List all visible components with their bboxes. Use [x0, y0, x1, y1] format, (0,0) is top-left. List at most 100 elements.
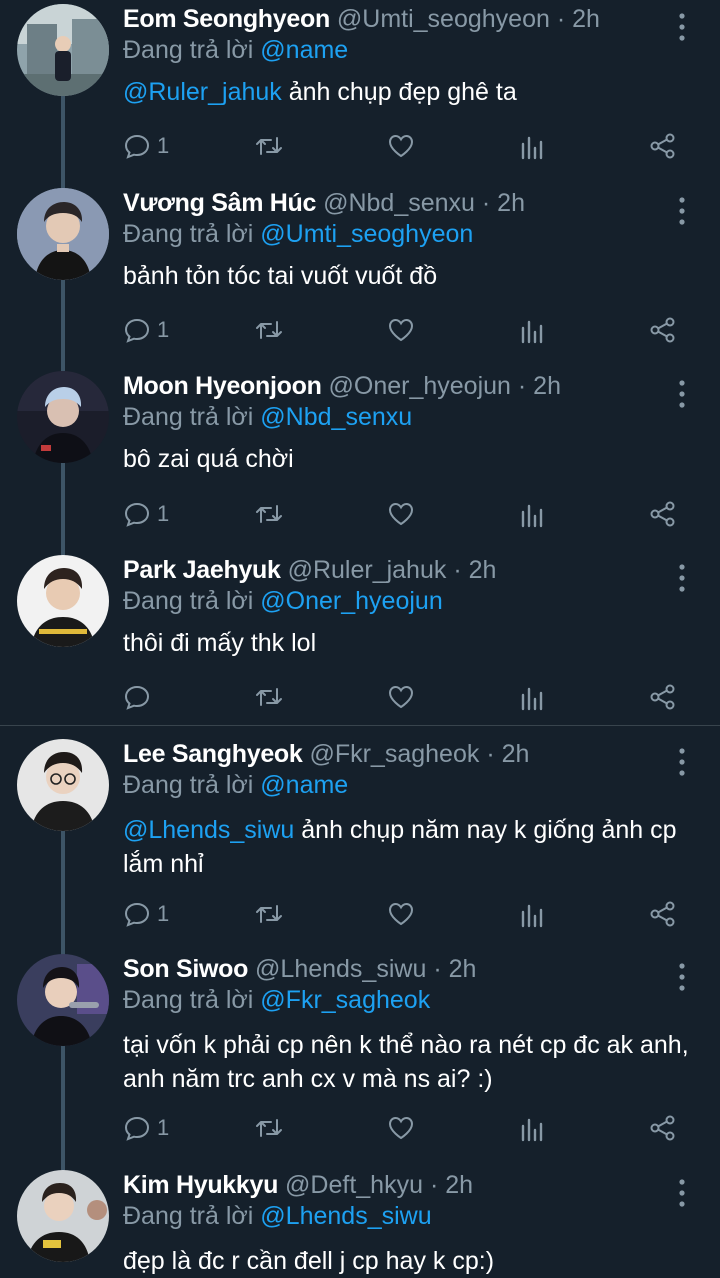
avatar[interactable]	[17, 555, 109, 647]
tweet-time: 2h	[448, 955, 477, 983]
share-button[interactable]	[649, 128, 677, 164]
replying-to-mention[interactable]: @name	[260, 36, 348, 64]
avatar[interactable]	[17, 371, 109, 463]
user-photo-mic-icon	[17, 954, 109, 1046]
analytics-button[interactable]	[519, 312, 545, 348]
more-options-icon[interactable]	[672, 196, 692, 226]
share-icon	[650, 317, 675, 343]
display-name[interactable]: Kim Hyukkyu	[123, 1171, 278, 1199]
analytics-button[interactable]	[519, 896, 545, 932]
tweet-header: Lee Sanghyeok @Fkr_sagheok · 2h	[123, 740, 530, 768]
display-name[interactable]: Son Siwoo	[123, 955, 248, 983]
heart-icon	[388, 685, 414, 709]
retweet-icon	[256, 1119, 282, 1137]
reply-button[interactable]: 1	[123, 128, 169, 164]
replying-to: Đang trả lời @Umti_seoghyeon	[123, 217, 473, 251]
display-name[interactable]: Eom Seonghyeon	[123, 5, 330, 33]
retweet-button[interactable]	[253, 896, 285, 932]
display-name[interactable]: Vương Sâm Húc	[123, 189, 316, 217]
reply-icon	[124, 1116, 150, 1141]
like-button[interactable]	[387, 312, 415, 348]
inline-mention[interactable]: @Lhends_siwu	[123, 816, 294, 844]
analytics-button[interactable]	[519, 496, 545, 532]
avatar[interactable]	[17, 4, 109, 96]
display-name[interactable]: Park Jaehyuk	[123, 556, 281, 584]
retweet-button[interactable]	[253, 496, 285, 532]
tweet-time: 2h	[533, 372, 561, 400]
retweet-button[interactable]	[253, 1110, 285, 1146]
user-photo-glasses-icon	[17, 739, 109, 831]
share-button[interactable]	[649, 312, 677, 348]
retweet-button[interactable]	[253, 312, 285, 348]
tweet-header: Son Siwoo @Lhends_siwu · 2h	[123, 955, 477, 983]
replying-to-mention[interactable]: @Lhends_siwu	[260, 1202, 431, 1230]
reply-count: 1	[157, 1115, 170, 1140]
share-button[interactable]	[649, 679, 677, 715]
avatar[interactable]	[17, 1170, 109, 1262]
retweet-button[interactable]	[253, 128, 285, 164]
like-button[interactable]	[387, 496, 415, 532]
more-options-icon[interactable]	[672, 962, 692, 992]
like-button[interactable]	[387, 128, 415, 164]
analytics-icon	[521, 1118, 543, 1142]
like-button[interactable]	[387, 679, 415, 715]
replying-to-mention[interactable]: @Fkr_sagheok	[260, 986, 430, 1014]
reply-button[interactable]: 1	[123, 496, 169, 532]
reply-icon	[124, 134, 150, 159]
replying-to-mention[interactable]: @name	[260, 771, 348, 799]
tweet-text: @Lhends_siwu ảnh chụp năm nay k giống ản…	[123, 813, 698, 881]
replying-to-mention[interactable]: @Oner_hyeojun	[260, 587, 442, 615]
analytics-icon	[521, 136, 543, 160]
share-icon	[650, 1115, 675, 1141]
tweet-header: Eom Seonghyeon @Umti_seoghyeon · 2h	[123, 5, 600, 33]
replying-to-mention[interactable]: @Umti_seoghyeon	[260, 220, 473, 248]
share-button[interactable]	[649, 896, 677, 932]
heart-icon	[388, 902, 414, 926]
analytics-button[interactable]	[519, 1110, 545, 1146]
user-photo-dark-icon	[17, 371, 109, 463]
thread-line	[61, 96, 65, 192]
avatar[interactable]	[17, 739, 109, 831]
reply-count: 1	[157, 133, 170, 158]
more-options-icon[interactable]	[672, 563, 692, 593]
replying-to: Đang trả lời @Fkr_sagheok	[123, 983, 430, 1017]
more-options-icon[interactable]	[672, 747, 692, 777]
share-icon	[650, 684, 675, 710]
thread-line	[61, 1045, 65, 1174]
like-button[interactable]	[387, 1110, 415, 1146]
share-button[interactable]	[649, 1110, 677, 1146]
tweet-time: 2h	[445, 1171, 474, 1199]
share-button[interactable]	[649, 496, 677, 532]
display-name[interactable]: Lee Sanghyeok	[123, 740, 303, 768]
display-name[interactable]: Moon Hyeonjoon	[123, 372, 322, 400]
tweet-time: 2h	[572, 5, 600, 33]
reply-button[interactable]: 1	[123, 896, 169, 932]
avatar[interactable]	[17, 954, 109, 1046]
tweet-time: 2h	[501, 740, 530, 768]
replying-to-mention[interactable]: @Nbd_senxu	[260, 403, 412, 431]
analytics-icon	[521, 320, 543, 344]
reply-button[interactable]: 1	[123, 1110, 169, 1146]
tweet-text: bảnh tỏn tóc tai vuốt vuốt đồ	[123, 259, 698, 293]
user-photo-outdoor-icon	[17, 4, 109, 96]
more-options-icon[interactable]	[672, 379, 692, 409]
inline-mention[interactable]: @Ruler_jahuk	[123, 78, 282, 106]
reply-button[interactable]	[123, 679, 157, 715]
more-options-icon[interactable]	[672, 12, 692, 42]
reply-icon	[124, 318, 150, 343]
avatar[interactable]	[17, 188, 109, 280]
analytics-button[interactable]	[519, 679, 545, 715]
tweet-actions: 1	[123, 1110, 683, 1146]
more-options-icon[interactable]	[672, 1178, 692, 1208]
user-handle: @Ruler_jahuk	[287, 556, 447, 584]
tweet-body: đẹp là đc r cần đell j cp hay k cp:)	[123, 1247, 495, 1275]
like-button[interactable]	[387, 896, 415, 932]
reply-button[interactable]: 1	[123, 312, 169, 348]
share-icon	[650, 901, 675, 927]
retweet-icon	[256, 688, 282, 706]
retweet-icon	[256, 505, 282, 523]
user-photo-portrait-icon	[17, 188, 109, 280]
thread-line	[61, 279, 65, 375]
retweet-button[interactable]	[253, 679, 285, 715]
analytics-button[interactable]	[519, 128, 545, 164]
